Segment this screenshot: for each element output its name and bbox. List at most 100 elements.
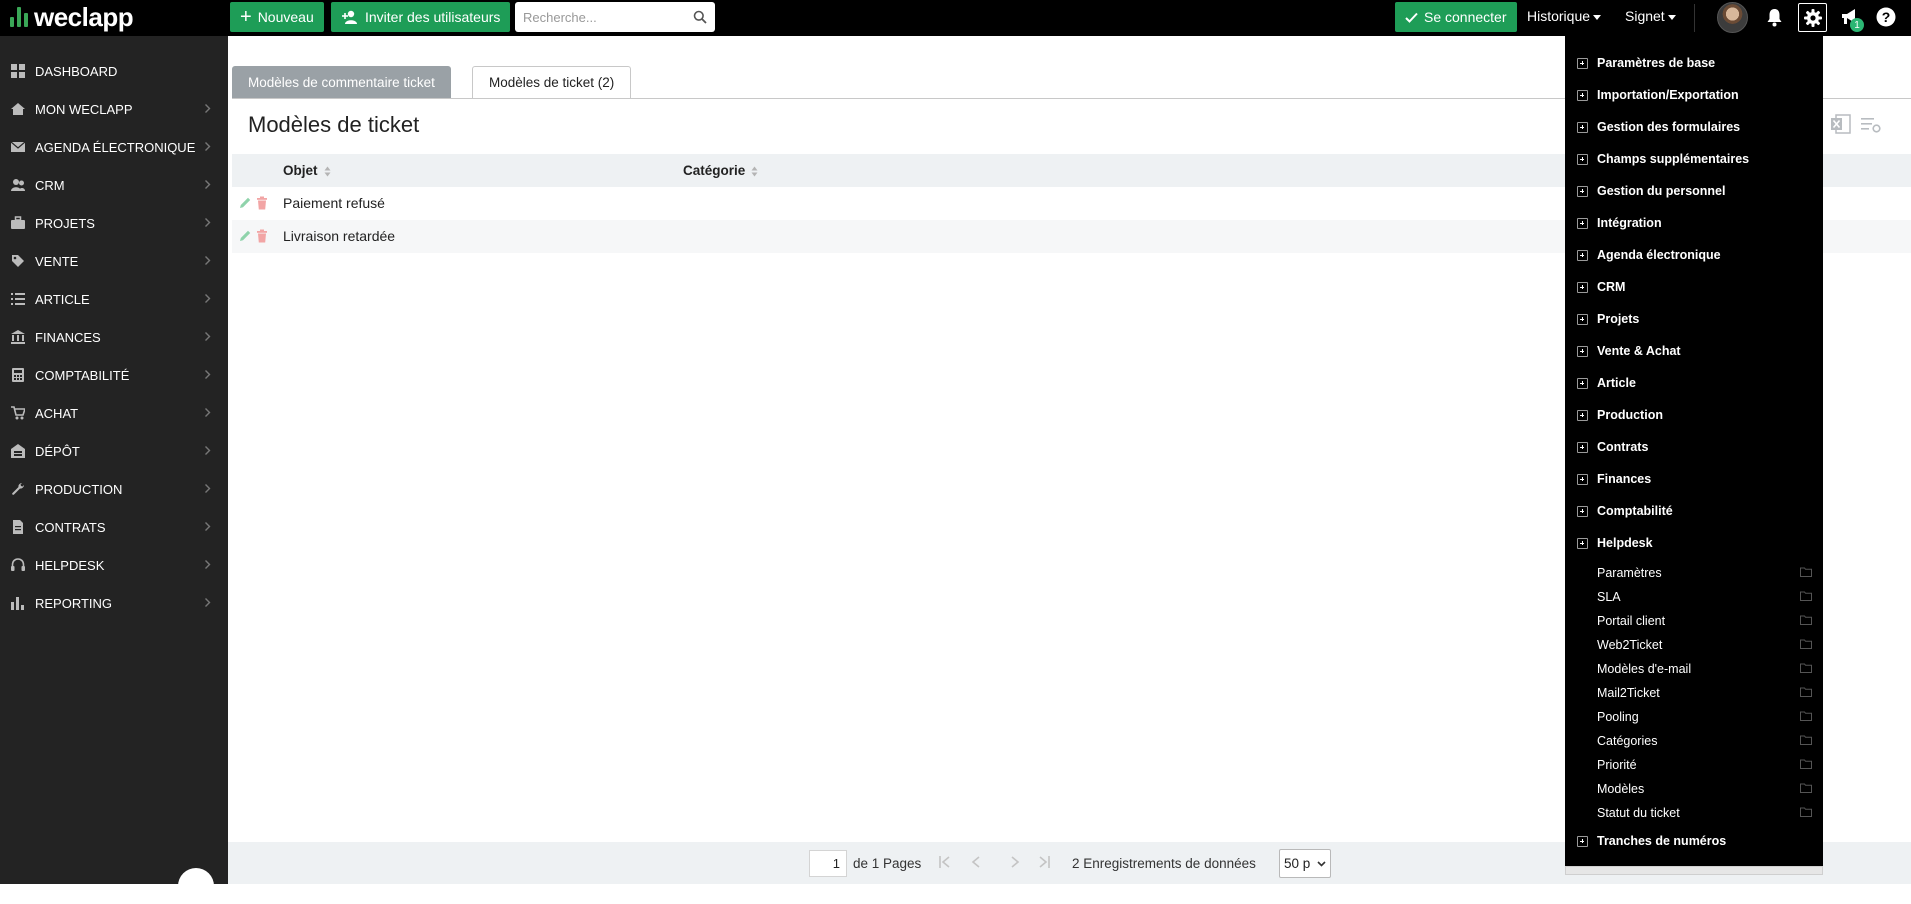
settings-subitem-label: Modèles [1597,782,1645,796]
settings-button[interactable] [1798,3,1827,32]
sidebar-item-crm[interactable]: CRM [0,170,228,200]
first-page-icon[interactable] [938,855,952,869]
expand-icon [1577,474,1588,485]
sidebar-item-contrats[interactable]: CONTRATS [0,512,228,542]
settings-subitem[interactable]: Web2Ticket [1597,638,1812,658]
settings-section[interactable]: Gestion du personnel [1577,184,1817,204]
user-avatar[interactable] [1717,2,1748,33]
new-button[interactable]: + Nouveau [230,2,324,32]
settings-subitem[interactable]: Priorité [1597,758,1812,778]
column-settings-icon[interactable] [1860,116,1882,134]
tab-comment-templates[interactable]: Modèles de commentaire ticket [232,66,451,99]
column-header-objet[interactable]: Objet [283,163,331,178]
calculator-icon [12,368,24,382]
settings-section[interactable]: Projets [1577,312,1817,332]
settings-section[interactable]: Vente & Achat [1577,344,1817,364]
sidebar-item-depot[interactable]: DÉPÔT [0,436,228,466]
expand-icon [1577,538,1588,549]
caret-down-icon [1593,14,1602,20]
delete-icon[interactable] [256,196,268,210]
settings-section[interactable]: Article [1577,376,1817,396]
sidebar-item-achat[interactable]: ACHAT [0,398,228,428]
settings-subitem-label: Web2Ticket [1597,638,1663,652]
settings-section[interactable]: Finances [1577,472,1817,492]
top-bar: weclapp + Nouveau Inviter des utilisateu… [0,0,1911,36]
help-icon[interactable]: ? [1876,7,1896,27]
sidebar-item-comptabilite[interactable]: COMPTABILITÉ [0,360,228,390]
settings-section[interactable]: Production [1577,408,1817,428]
page-count-label: de 1 Pages [853,856,922,871]
sidebar-item-label: FINANCES [35,330,101,345]
weclapp-logo[interactable]: weclapp [10,1,134,32]
sidebar-item-mon-weclapp[interactable]: MON WECLAPP [0,94,228,124]
edit-icon[interactable] [238,196,252,210]
sidebar-item-label: COMPTABILITÉ [35,368,130,383]
new-button-label: Nouveau [257,9,314,25]
settings-subitem[interactable]: Statut du ticket [1597,806,1812,826]
search-icon[interactable] [693,10,707,24]
sidebar-item-dashboard[interactable]: DASHBOARD [0,56,228,86]
settings-section[interactable]: Paramètres de base [1577,56,1817,76]
sidebar-item-article[interactable]: ARTICLE [0,284,228,314]
sidebar-item-label: PROJETS [35,216,95,231]
excel-export-icon[interactable] [1830,114,1852,134]
settings-subitem[interactable]: Paramètres [1597,566,1812,586]
expand-icon [1577,378,1588,389]
sidebar-item-reporting[interactable]: REPORTING [0,588,228,618]
sidebar-item-finances[interactable]: FINANCES [0,322,228,352]
settings-subitem[interactable]: Portail client [1597,614,1812,634]
sidebar-item-projets[interactable]: PROJETS [0,208,228,238]
page-size-select[interactable]: 50 p [1279,849,1331,878]
folder-icon [1800,807,1812,817]
settings-section[interactable]: Tranches de numéros [1577,834,1817,854]
connect-button[interactable]: Se connecter [1395,2,1517,32]
search-input[interactable] [523,3,693,31]
settings-section[interactable]: Contrats [1577,440,1817,460]
settings-section[interactable]: Agenda électronique [1577,248,1817,268]
settings-subitem[interactable]: SLA [1597,590,1812,610]
delete-icon[interactable] [256,229,268,243]
previous-page-icon[interactable] [970,855,982,869]
expand-icon [1577,282,1588,293]
settings-section[interactable]: CRM [1577,280,1817,300]
dropdown-scrollbar[interactable] [1565,866,1823,875]
settings-subitem-label: SLA [1597,590,1621,604]
logo-text: weclapp [34,1,134,32]
history-dropdown[interactable]: Historique [1527,8,1602,24]
bookmark-dropdown[interactable]: Signet [1625,8,1676,24]
settings-section[interactable]: Helpdesk [1577,536,1817,556]
settings-section[interactable]: Champs supplémentaires [1577,152,1817,172]
sidebar-item-helpdesk[interactable]: HELPDESK [0,550,228,580]
edit-icon[interactable] [238,229,252,243]
sidebar-item-vente[interactable]: VENTE [0,246,228,276]
settings-subitem[interactable]: Modèles [1597,782,1812,802]
sidebar-item-label: DÉPÔT [35,444,80,459]
sidebar-item-production[interactable]: PRODUCTION [0,474,228,504]
tab-ticket-templates[interactable]: Modèles de ticket (2) [472,66,632,99]
invite-users-button[interactable]: Inviter des utilisateurs [331,2,511,32]
add-user-icon [342,10,357,24]
settings-dropdown-menu: Paramètres de base Importation/Exportatio… [1565,36,1823,866]
bell-icon[interactable] [1766,8,1783,27]
chevron-right-icon [205,142,211,151]
sidebar-item-label: MON WECLAPP [35,102,133,117]
bookmark-label: Signet [1625,8,1665,24]
folder-icon [1800,735,1812,745]
column-header-categorie[interactable]: Catégorie [683,163,758,178]
settings-subitem[interactable]: Catégories [1597,734,1812,754]
settings-subitem[interactable]: Modèles d'e-mail [1597,662,1812,682]
chevron-right-icon [205,484,211,493]
topbar-divider [1694,4,1695,32]
settings-section[interactable]: Gestion des formulaires [1577,120,1817,140]
last-page-icon[interactable] [1037,855,1051,869]
settings-section[interactable]: Intégration [1577,216,1817,236]
settings-section[interactable]: Importation/Exportation [1577,88,1817,108]
chat-bubble-button[interactable] [178,868,214,904]
sidebar-item-label: HELPDESK [35,558,105,573]
sidebar-item-agenda-electronique[interactable]: AGENDA ÉLECTRONIQUE [0,132,228,162]
settings-subitem[interactable]: Mail2Ticket [1597,686,1812,706]
settings-section[interactable]: Comptabilité [1577,504,1817,524]
settings-subitem[interactable]: Pooling [1597,710,1812,730]
next-page-icon[interactable] [1009,855,1021,869]
page-number-input[interactable]: 1 [809,850,847,877]
